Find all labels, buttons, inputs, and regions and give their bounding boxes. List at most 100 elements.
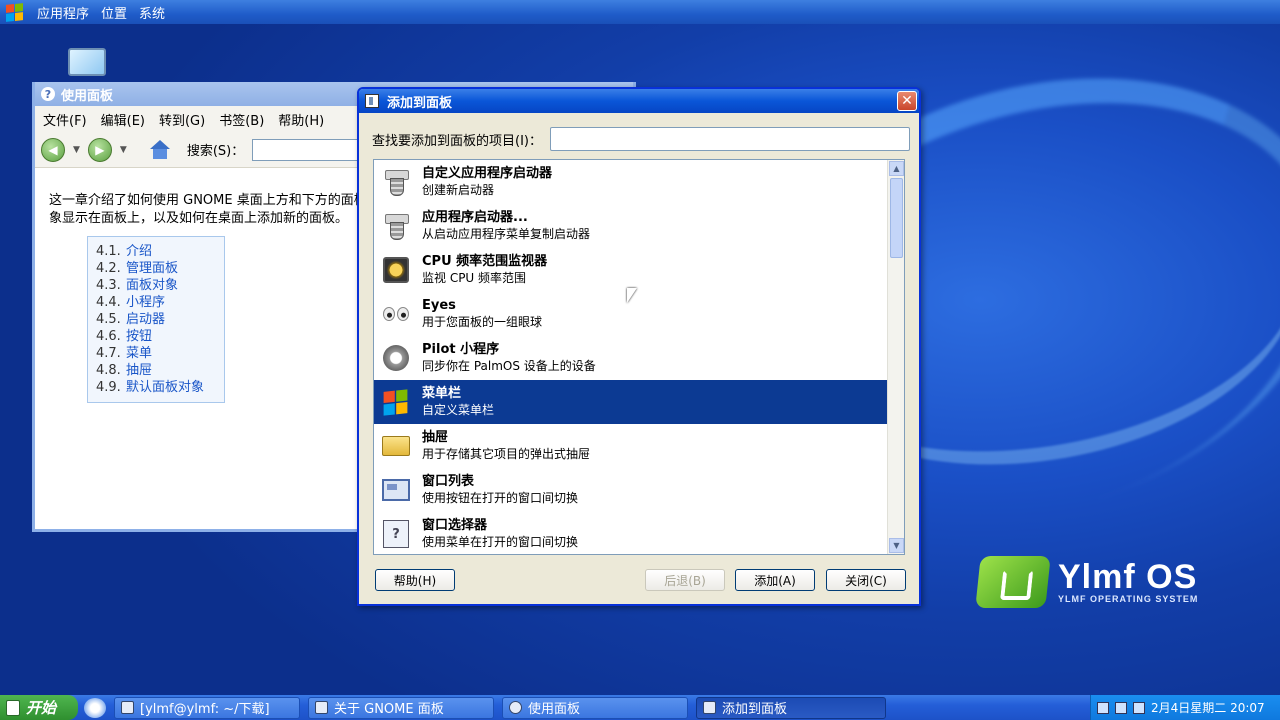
dialog-titlebar[interactable]: 添加到面板 ✕ [359, 89, 919, 113]
menu-help[interactable]: 帮助(H) [278, 110, 324, 129]
add-button[interactable]: 添加(A) [735, 569, 815, 591]
list-item[interactable]: 应用程序启动器... 从启动应用程序菜单复制启动器 [374, 204, 904, 248]
start-label: 开始 [26, 699, 57, 717]
toc-link[interactable]: 菜单 [126, 346, 152, 361]
close-icon[interactable]: ✕ [897, 91, 917, 111]
menu-system[interactable]: 系统 [139, 3, 165, 22]
scroll-thumb[interactable] [890, 178, 903, 258]
toc-item[interactable]: 4.3. 面板对象 [96, 277, 216, 294]
toc-item[interactable]: 4.4. 小程序 [96, 294, 216, 311]
menu-go[interactable]: 转到(G) [159, 110, 205, 129]
help-button[interactable]: 帮助(H) [375, 569, 455, 591]
task-label: 关于 GNOME 面板 [334, 702, 444, 717]
find-label: 查找要添加到面板的项目(I)： [372, 133, 542, 149]
add-to-panel-dialog: 添加到面板 ✕ 查找要添加到面板的项目(I)： 自定义应用程序启动器 创建新启动器… [357, 87, 921, 606]
window-list-icon [380, 474, 412, 506]
item-desc: 用于您面板的一组眼球 [422, 315, 543, 329]
item-title: 窗口列表 [422, 474, 475, 489]
toc-item[interactable]: 4.6. 按钮 [96, 328, 216, 345]
item-desc: 自定义菜单栏 [422, 403, 495, 417]
panel-icon [703, 701, 716, 714]
home-icon[interactable] [149, 139, 171, 160]
item-desc: 监视 CPU 频率范围 [422, 271, 527, 285]
applications-logo-icon[interactable] [6, 2, 23, 22]
task-label: 添加到面板 [722, 702, 788, 717]
help-window-title: 使用面板 [61, 88, 114, 104]
system-tray: 2月4日星期二 20:07 [1090, 695, 1280, 720]
eyes-icon [380, 298, 412, 330]
network-icon[interactable] [1115, 701, 1127, 714]
close-button[interactable]: 关闭(C) [826, 569, 906, 591]
quicklaunch-icon[interactable] [84, 697, 106, 718]
task-about-gnome[interactable]: 关于 GNOME 面板 [308, 696, 494, 719]
top-panel: 应用程序 位置 系统 [0, 0, 1280, 24]
item-title: 自定义应用程序启动器 [422, 166, 553, 181]
start-button[interactable]: 开始 [0, 695, 78, 720]
toc-link[interactable]: 介绍 [126, 244, 152, 259]
item-desc: 创建新启动器 [422, 183, 495, 197]
computer-desktop-icon[interactable] [64, 46, 110, 82]
toc-link[interactable]: 按钮 [126, 329, 152, 344]
notification-icon[interactable] [1133, 701, 1145, 714]
list-item[interactable]: 自定义应用程序启动器 创建新启动器 [374, 160, 904, 204]
item-title: 应用程序启动器... [422, 210, 528, 225]
menubar-icon [380, 386, 412, 418]
list-item[interactable]: ? 窗口选择器使用菜单在打开的窗口间切换 [374, 512, 904, 554]
toc-link[interactable]: 启动器 [126, 312, 165, 327]
forward-arrow-icon[interactable]: ▶ [87, 137, 112, 162]
list-item[interactable]: CPU 频率范围监视器 监视 CPU 频率范围 [374, 248, 904, 292]
scroll-down-icon[interactable]: ▼ [889, 538, 904, 553]
cpu-icon [380, 254, 412, 286]
back-arrow-icon[interactable]: ◀ [41, 137, 65, 162]
toc-item[interactable]: 4.1. 介绍 [96, 243, 216, 260]
scroll-up-icon[interactable]: ▲ [889, 161, 904, 176]
list-item-selected[interactable]: 菜单栏 自定义菜单栏 [374, 380, 904, 424]
menu-edit[interactable]: 编辑(E) [101, 110, 145, 129]
menu-bookmarks[interactable]: 书签(B) [219, 110, 264, 129]
item-desc: 使用按钮在打开的窗口间切换 [422, 491, 579, 505]
back-button[interactable]: 后退(B) [645, 569, 725, 591]
list-item[interactable]: Eyes 用于您面板的一组眼球 [374, 292, 904, 336]
menu-applications[interactable]: 应用程序 [37, 3, 89, 22]
brand-name: Ylmf OS [1058, 558, 1198, 596]
toc-link[interactable]: 小程序 [126, 295, 165, 310]
toc-item[interactable]: 4.7. 菜单 [96, 345, 216, 362]
menu-file[interactable]: 文件(F) [43, 110, 87, 129]
volume-icon[interactable] [1097, 701, 1109, 714]
item-desc: 使用菜单在打开的窗口间切换 [422, 535, 579, 549]
toc-link[interactable]: 抽屉 [126, 363, 152, 378]
task-help[interactable]: 使用面板 [502, 696, 688, 719]
task-add-to-panel[interactable]: 添加到面板 [696, 696, 886, 719]
menu-places[interactable]: 位置 [101, 3, 127, 22]
toc-item[interactable]: 4.2. 管理面板 [96, 260, 216, 277]
toc-link[interactable]: 管理面板 [126, 261, 178, 276]
search-input[interactable] [252, 138, 373, 161]
item-title: 窗口选择器 [422, 518, 488, 533]
item-list: 自定义应用程序启动器 创建新启动器 应用程序启动器... 从启动应用程序菜单复制启动… [373, 159, 905, 555]
help-icon [509, 701, 522, 714]
toc-item[interactable]: 4.8. 抽屉 [96, 362, 216, 379]
forward-dropdown-icon[interactable]: ▼ [120, 145, 127, 155]
clock[interactable]: 2月4日星期二 20:07 [1151, 699, 1265, 716]
toc-item[interactable]: 4.9. 默认面板对象 [96, 379, 216, 396]
list-item[interactable]: 窗口列表使用按钮在打开的窗口间切换 [374, 468, 904, 512]
item-desc: 从启动应用程序菜单复制启动器 [422, 227, 591, 241]
item-title: 抽屉 [422, 430, 449, 445]
pilot-icon [380, 342, 412, 374]
start-icon [6, 699, 20, 716]
back-dropdown-icon[interactable]: ▼ [73, 145, 80, 155]
find-input[interactable] [549, 127, 910, 151]
item-title: Eyes [422, 298, 456, 313]
search-label: 搜索(S)： [186, 144, 245, 159]
task-terminal[interactable]: [ylmf@ylmf: ~/下载] [114, 696, 300, 719]
window-chooser-icon: ? [380, 518, 412, 550]
ylmf-logo: Ylmf OS YLMF OPERATING SYSTEM [975, 556, 1198, 608]
toc-item[interactable]: 4.5. 启动器 [96, 311, 216, 328]
list-scrollbar[interactable]: ▲ ▼ [887, 160, 904, 554]
list-item[interactable]: 抽屉 用于存储其它项目的弹出式抽屉 [374, 424, 904, 468]
launcher-icon [380, 210, 412, 242]
toc-link[interactable]: 默认面板对象 [126, 380, 204, 395]
terminal-icon [121, 701, 134, 714]
toc-link[interactable]: 面板对象 [126, 278, 178, 293]
list-item[interactable]: Pilot 小程序 同步你在 PalmOS 设备上的设备 [374, 336, 904, 380]
